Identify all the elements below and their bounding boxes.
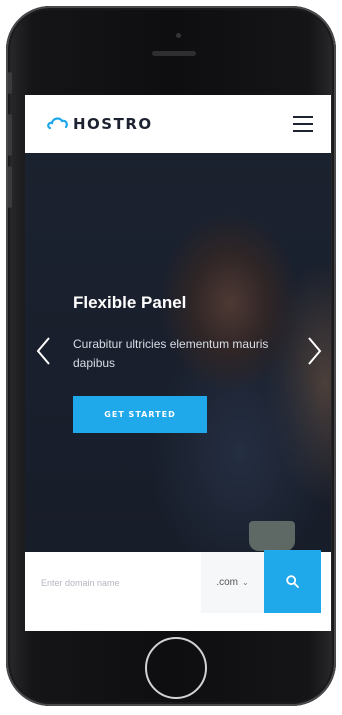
- coffee-cup-image: [249, 521, 295, 551]
- volume-down-button: [8, 166, 12, 208]
- chevron-right-icon[interactable]: [305, 336, 323, 366]
- tld-select[interactable]: .com ⌄: [201, 552, 264, 613]
- hero-subtitle: Curabitur ultricies elementum mauris dap…: [73, 337, 269, 370]
- domain-search-input[interactable]: [33, 552, 201, 613]
- mute-switch: [8, 72, 12, 94]
- cloud-logo-icon: [47, 117, 68, 130]
- domain-search-bar: .com ⌄: [33, 550, 331, 613]
- site-logo[interactable]: HOSTRO: [47, 113, 153, 135]
- chevron-down-icon: ⌄: [241, 578, 249, 587]
- earpiece-speaker: [152, 51, 196, 56]
- search-icon: [286, 575, 299, 588]
- tld-selected-value: .com: [216, 577, 238, 588]
- search-button[interactable]: [264, 550, 321, 613]
- logo-text: HOSTRO: [73, 115, 153, 133]
- hamburger-menu-icon[interactable]: [293, 115, 313, 133]
- screen-bottom-area: [25, 613, 331, 631]
- site-header: HOSTRO: [25, 95, 331, 153]
- front-camera: [176, 33, 181, 38]
- volume-up-button: [8, 114, 12, 156]
- hero-slider: Flexible Panel Curabitur ultricies eleme…: [25, 153, 331, 552]
- phone-screen: HOSTRO Flexible Panel Curabitur ultricie…: [25, 95, 331, 631]
- hero-title: Flexible Panel: [73, 293, 187, 312]
- chevron-left-icon[interactable]: [35, 336, 53, 366]
- home-button[interactable]: [145, 637, 207, 699]
- get-started-button[interactable]: GET STARTED: [73, 396, 207, 433]
